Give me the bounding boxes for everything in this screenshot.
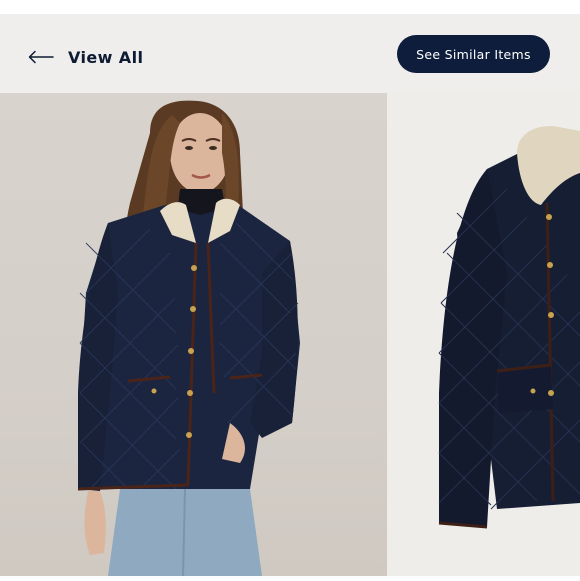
arrow-left-icon xyxy=(28,50,54,64)
model-photo[interactable] xyxy=(0,93,387,576)
product-flat-photo[interactable] xyxy=(387,93,580,576)
product-header: View All See Similar Items xyxy=(0,14,580,93)
view-all-link[interactable]: View All xyxy=(28,42,143,72)
top-strip xyxy=(0,0,580,14)
see-similar-items-button[interactable]: See Similar Items xyxy=(397,35,550,73)
bottom-strip xyxy=(0,576,580,581)
view-all-label: View All xyxy=(68,47,144,67)
product-image-gallery xyxy=(0,93,580,581)
